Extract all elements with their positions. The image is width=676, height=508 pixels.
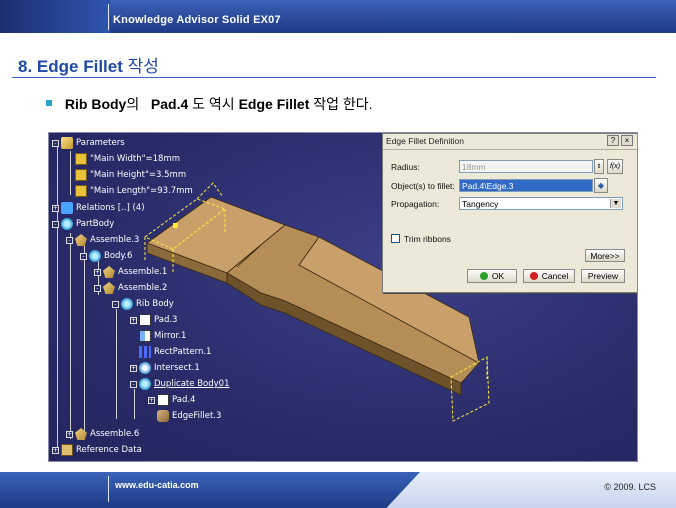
header-bar: Knowledge Advisor Solid EX07	[0, 0, 676, 33]
ok-button[interactable]: OK	[467, 269, 517, 283]
preview-button[interactable]: Preview	[581, 269, 625, 283]
help-button[interactable]: ?	[607, 135, 619, 146]
more-button[interactable]: More>>	[585, 249, 625, 262]
reference-data-icon	[61, 444, 73, 456]
objects-label: Object(s) to fillet:	[391, 181, 455, 191]
edge-fillet-icon	[157, 410, 169, 422]
slide-title: 8. Edge Fillet 작성	[18, 52, 159, 77]
assemble-icon	[103, 266, 115, 278]
chevron-down-icon[interactable]: ▼	[610, 199, 621, 208]
dialog-title: Edge Fillet Definition	[386, 136, 464, 146]
bullet-square-icon	[46, 100, 52, 106]
bullet-rib-body: Rib Body	[64, 96, 127, 112]
edit-objects-icon[interactable]: ◆	[594, 178, 608, 193]
parameter-icon	[75, 169, 87, 181]
bullet-pad4: Pad.4	[150, 96, 189, 112]
tree-node-duplicate-body[interactable]: - Duplicate Body01	[130, 377, 229, 391]
header-stripe	[0, 0, 110, 33]
parameter-icon	[75, 153, 87, 165]
tree-node-intersect1[interactable]: + Intersect.1	[130, 361, 200, 375]
tree-node-pad3[interactable]: + Pad.3	[130, 313, 177, 327]
tree-node-assemble2[interactable]: - Assemble.2	[94, 281, 167, 295]
body-gear-icon	[121, 298, 133, 310]
footer-url[interactable]: www.edu-catia.com	[115, 480, 199, 490]
slide-title-bold: Edge Fillet	[36, 57, 123, 76]
ok-icon	[479, 272, 488, 280]
tree-node-body6[interactable]: - Body.6	[80, 249, 132, 263]
cancel-icon	[529, 272, 538, 280]
tree-node-main-width[interactable]: "Main Width"=18mm	[75, 152, 180, 166]
assemble-icon	[75, 234, 87, 246]
mirror-icon	[139, 330, 151, 342]
cancel-label: Cancel	[541, 271, 569, 281]
tree-node-parameters[interactable]: - Parameters	[52, 136, 125, 150]
body-gear-icon	[89, 250, 101, 262]
assemble-icon	[103, 282, 115, 294]
tree-node-main-length[interactable]: "Main Length"=93.7mm	[75, 184, 193, 198]
radius-label: Radius:	[391, 162, 420, 172]
tree-node-pad4[interactable]: + Pad.4	[148, 393, 195, 407]
edge-fillet-dialog: Edge Fillet Definition ? × Radius: 18mm …	[382, 133, 637, 293]
cancel-button[interactable]: Cancel	[523, 269, 575, 283]
close-button[interactable]: ×	[621, 135, 633, 146]
tree-node-relations[interactable]: + Relations [..] (4)	[52, 201, 145, 215]
trim-ribbons-checkbox[interactable]	[391, 234, 400, 243]
propagation-value: Tangency	[462, 199, 499, 209]
bullet-also: 도 역시	[192, 96, 235, 112]
bullet-line: Rib Body의 Pad.4 도 역시 Edge Fillet 작업 한다.	[46, 94, 373, 114]
relations-icon	[61, 202, 73, 214]
bullet-work: 작업 한다.	[313, 96, 373, 112]
catia-viewport[interactable]: - Parameters "Main Width"=18mm "Main Heig…	[48, 132, 638, 462]
propagation-select[interactable]: Tangency ▼	[459, 197, 623, 210]
bullet-particle: 의	[126, 96, 140, 112]
trim-ribbons-label: Trim ribbons	[404, 234, 451, 244]
tree-node-assemble6[interactable]: + Assemble.6	[66, 427, 139, 441]
tree-node-assemble3[interactable]: - Assemble.3	[66, 233, 139, 247]
title-rule	[12, 77, 656, 78]
tree-node-rectpattern1[interactable]: RectPattern.1	[139, 345, 211, 359]
objects-input[interactable]: Pad.4\Edge.3	[459, 179, 593, 192]
radius-input[interactable]: 18mm	[459, 160, 593, 173]
tree-node-edgefillet3[interactable]: EdgeFillet.3	[157, 409, 221, 423]
footer-band	[0, 472, 420, 508]
assemble-icon	[75, 428, 87, 440]
propagation-label: Propagation:	[391, 199, 440, 209]
tree-node-partbody[interactable]: - PartBody	[52, 217, 114, 231]
ok-label: OK	[491, 271, 505, 281]
tree-node-rib-body[interactable]: - Rib Body	[112, 297, 174, 311]
tree-node-mirror1[interactable]: Mirror.1	[139, 329, 186, 343]
tree-node-assemble1[interactable]: + Assemble.1	[94, 265, 167, 279]
parameters-icon	[61, 137, 73, 149]
footer-bar: www.edu-catia.com © 2009. LCS	[0, 472, 676, 508]
slide-title-number: 8.	[18, 57, 33, 76]
body-gear-icon	[139, 378, 151, 390]
formula-icon[interactable]: f(x)	[607, 159, 623, 174]
header-title: Knowledge Advisor Solid EX07	[113, 14, 281, 26]
pad-icon	[139, 314, 151, 326]
dialog-title-bar: Edge Fillet Definition	[383, 134, 637, 150]
tree-node-main-height[interactable]: "Main Height"=3.5mm	[75, 168, 186, 182]
tree-node-reference-data[interactable]: + Reference Data	[52, 443, 142, 457]
header-divider	[108, 4, 109, 30]
radius-spinner[interactable]: ⇕	[594, 159, 604, 174]
specification-tree: - Parameters "Main Width"=18mm "Main Heig…	[49, 133, 349, 461]
rect-pattern-icon	[139, 346, 151, 358]
parameter-icon	[75, 185, 87, 197]
intersect-icon	[139, 362, 151, 374]
pad-icon	[157, 394, 169, 406]
footer-divider	[108, 476, 109, 502]
body-gear-icon	[61, 218, 73, 230]
bullet-edge-fillet: Edge Fillet	[238, 96, 310, 112]
slide-title-korean: 작성	[127, 57, 159, 76]
footer-copyright: © 2009. LCS	[604, 482, 656, 492]
